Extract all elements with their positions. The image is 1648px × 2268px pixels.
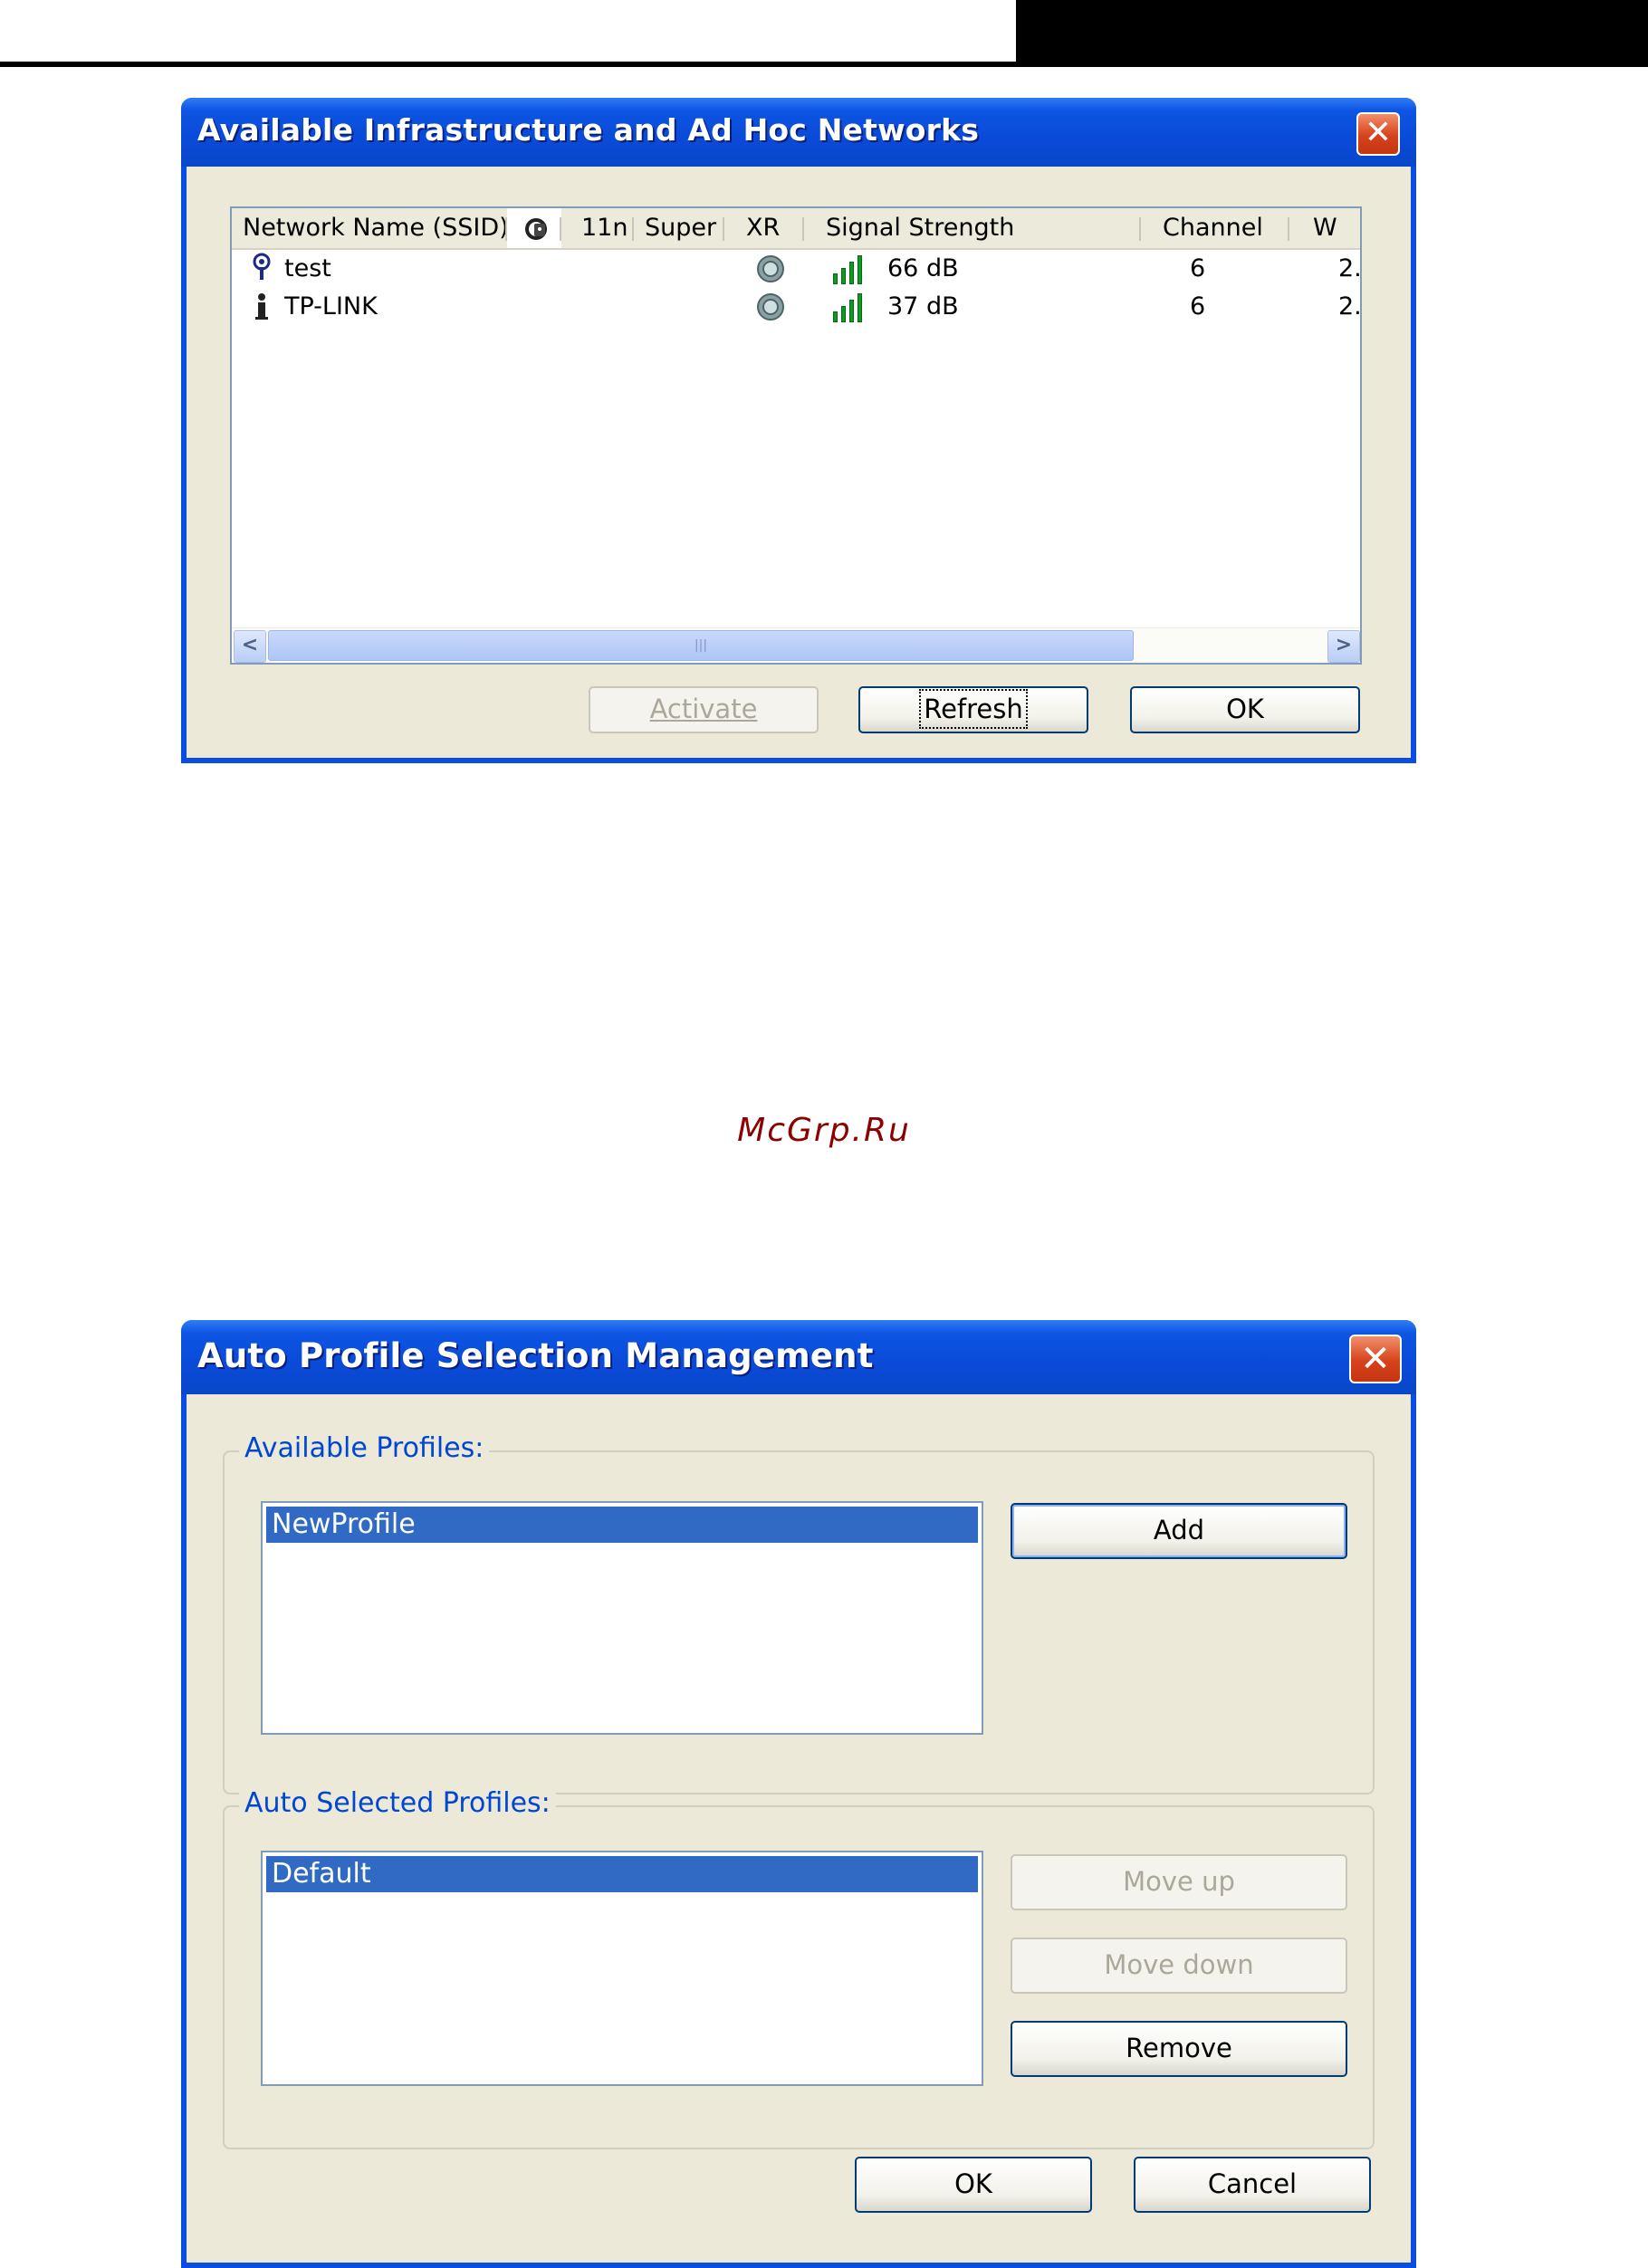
cancel-label: Cancel [1207, 2168, 1298, 2199]
column-ssid[interactable]: Network Name (SSID) [232, 208, 509, 248]
column-11n-label: 11n [581, 214, 628, 242]
auto-selected-profiles-label: Auto Selected Profiles: [239, 1787, 556, 1819]
ssid-cell: test [284, 254, 331, 282]
refresh-button[interactable]: Refresh [858, 686, 1088, 733]
scroll-left-button[interactable]: < [234, 630, 266, 663]
signal-bars-icon [833, 292, 871, 322]
table-row[interactable]: test 66 dB 6 2.4 [232, 250, 1360, 288]
add-label: Add [1153, 1515, 1205, 1545]
activate-button[interactable]: Activate [589, 686, 819, 733]
table-row[interactable]: TP-LINK 37 dB 6 2.4 [232, 288, 1360, 326]
move-down-label: Move down [1104, 1949, 1254, 1980]
column-security[interactable] [507, 208, 561, 248]
xr-icon [755, 292, 786, 334]
networks-list[interactable]: Network Name (SSID) 11n Super XR Signal … [230, 206, 1362, 665]
close-button[interactable]: ✕ [1349, 1335, 1402, 1383]
refresh-label: Refresh [919, 689, 1028, 729]
remove-label: Remove [1126, 2033, 1232, 2063]
signal-bars-icon [833, 254, 871, 284]
list-item[interactable]: NewProfile [266, 1507, 978, 1543]
horizontal-scrollbar[interactable]: < ||| > [232, 627, 1360, 663]
column-super-label: Super [645, 214, 717, 242]
close-button[interactable]: ✕ [1356, 112, 1400, 156]
move-up-button[interactable]: Move up [1011, 1854, 1347, 1910]
column-signal-strength[interactable]: Signal Strength [804, 208, 1141, 248]
profile-client-area: Available Profiles: NewProfile Add Auto … [187, 1394, 1411, 2263]
column-xr-label: XR [746, 214, 781, 242]
list-header: Network Name (SSID) 11n Super XR Signal … [232, 208, 1360, 250]
profile-dialog: Auto Profile Selection Management ✕ Avai… [181, 1320, 1416, 2268]
column-ssid-label: Network Name (SSID) [243, 214, 509, 242]
ok-label: OK [954, 2168, 992, 2199]
available-profiles-label: Available Profiles: [239, 1432, 490, 1464]
cancel-button[interactable]: Cancel [1134, 2157, 1371, 2213]
column-w[interactable]: W [1289, 208, 1360, 248]
w-cell: 2.4 [1338, 254, 1362, 282]
watermark: McGrp.Ru [737, 1112, 911, 1149]
column-channel-label: Channel [1163, 214, 1263, 242]
channel-cell: 6 [1190, 292, 1206, 321]
move-down-button[interactable]: Move down [1011, 1938, 1347, 1994]
available-profiles-list[interactable]: NewProfile [261, 1501, 983, 1735]
signal-cell: 66 dB [887, 254, 959, 282]
signal-cell: 37 dB [887, 292, 959, 321]
ssid-cell: TP-LINK [284, 292, 378, 321]
list-item[interactable]: Default [266, 1856, 978, 1892]
activate-label: Activate [649, 694, 758, 724]
remove-button[interactable]: Remove [1011, 2021, 1347, 2077]
scroll-thumb[interactable]: ||| [268, 630, 1134, 661]
column-xr[interactable]: XR [724, 208, 804, 248]
w-cell: 2.4 [1338, 292, 1362, 321]
channel-cell: 6 [1190, 254, 1206, 282]
dialog-title: Auto Profile Selection Management [197, 1336, 874, 1375]
close-icon: ✕ [1364, 114, 1393, 151]
dialog-title: Available Infrastructure and Ad Hoc Netw… [197, 112, 980, 148]
networks-client-area: Network Name (SSID) 11n Super XR Signal … [187, 167, 1411, 758]
close-icon: ✕ [1360, 1338, 1391, 1380]
networks-dialog: Available Infrastructure and Ad Hoc Netw… [181, 98, 1416, 763]
column-super[interactable]: Super [634, 208, 724, 248]
profile-titlebar[interactable]: Auto Profile Selection Management ✕ [181, 1320, 1416, 1394]
auto-selected-profiles-list[interactable]: Default [261, 1851, 983, 2086]
add-button[interactable]: Add [1011, 1503, 1347, 1559]
header-rule [0, 62, 1016, 67]
move-up-label: Move up [1123, 1866, 1235, 1897]
networks-titlebar[interactable]: Available Infrastructure and Ad Hoc Netw… [181, 98, 1416, 167]
column-signal-label: Signal Strength [826, 214, 1015, 242]
column-11n[interactable]: 11n [561, 208, 634, 248]
header-black-block [1016, 0, 1648, 67]
ok-button[interactable]: OK [1130, 686, 1360, 733]
column-channel[interactable]: Channel [1141, 208, 1289, 248]
column-w-label: W [1313, 214, 1337, 242]
adhoc-icon [252, 292, 272, 334]
ok-button[interactable]: OK [855, 2157, 1092, 2213]
ok-label: OK [1226, 694, 1264, 724]
scroll-right-button[interactable]: > [1327, 630, 1360, 663]
